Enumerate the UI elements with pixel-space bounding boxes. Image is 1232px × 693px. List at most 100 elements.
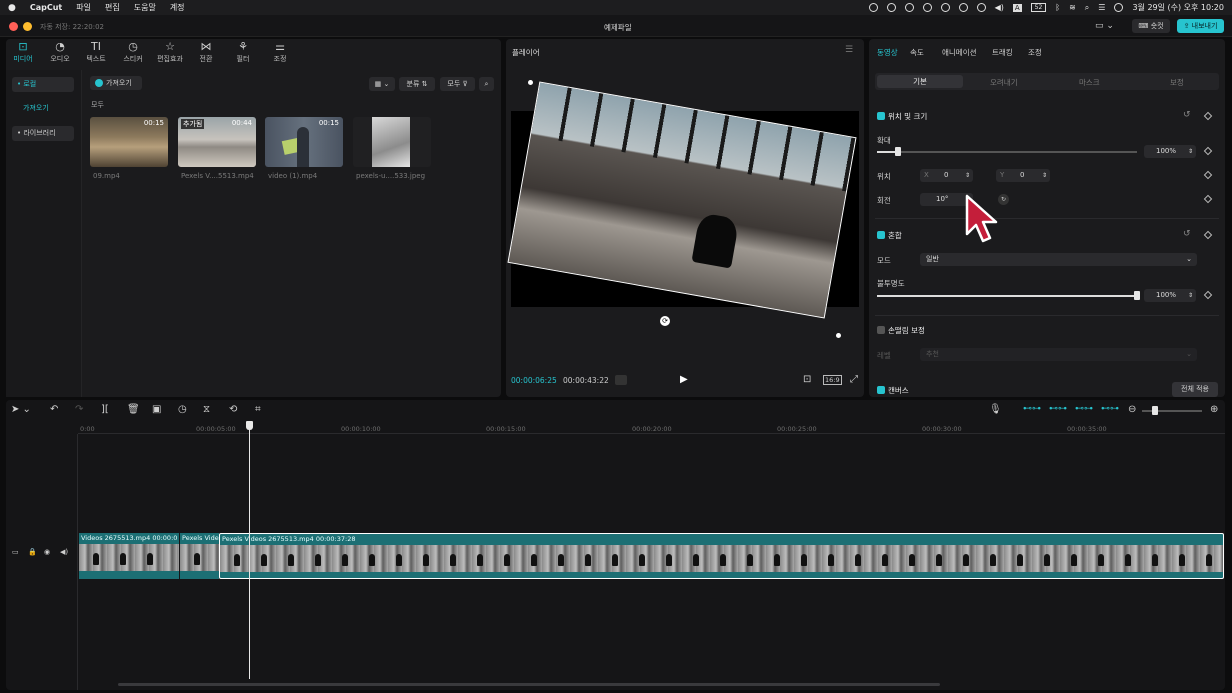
menu-help[interactable]: 도움말 (134, 2, 156, 13)
track-visibility-icon[interactable]: ◉ (44, 548, 50, 556)
sync-icon[interactable] (922, 3, 932, 12)
playhead-handle[interactable] (246, 421, 253, 430)
opacity-slider[interactable] (877, 295, 1137, 297)
timecode-toggle-icon[interactable] (615, 375, 627, 385)
tab-sticker[interactable]: ◷ 스티커 (116, 41, 150, 64)
tab-effects[interactable]: ☆ 편집효과 (153, 41, 187, 64)
tab-animation[interactable]: 애니메이션 (942, 47, 977, 58)
position-x-input[interactable]: X 0 ⇕ (920, 169, 973, 182)
battery-icon[interactable]: 52 (1030, 3, 1047, 12)
apply-all-button[interactable]: 전체 적용 (1172, 382, 1218, 397)
undo-icon[interactable]: ↶ (50, 404, 58, 415)
bluetooth-icon[interactable]: ᛒ (1055, 3, 1060, 12)
corner-handle[interactable] (836, 333, 841, 338)
microphone-icon[interactable]: 🎙 (989, 404, 1002, 415)
preview-axis-icon[interactable]: ⊷⊶ (1101, 404, 1119, 414)
sidebar-item-local[interactable]: • 로컬 (12, 77, 74, 92)
reset-icon[interactable]: ↺ (1183, 110, 1191, 120)
media-item-1[interactable]: 00:15 (90, 117, 168, 167)
opacity-value-input[interactable]: 100% ⇕ (1144, 289, 1196, 302)
playhead[interactable] (249, 421, 250, 679)
tab-media[interactable]: ⊡ 미디어 (6, 41, 40, 64)
media-search-button[interactable]: ⌕ (479, 77, 494, 91)
blend-checkbox[interactable] (877, 231, 885, 239)
wifi-icon[interactable]: ≋ (1069, 3, 1076, 12)
rotate-handle-icon[interactable]: ⟳ (660, 316, 670, 326)
reverse-icon[interactable]: ◷ (178, 404, 187, 415)
fit-icon[interactable]: ⊡ (803, 374, 811, 385)
subtab-correction[interactable]: 보정 (1170, 77, 1184, 88)
position-y-input[interactable]: Y 0 ⇕ (996, 169, 1050, 182)
split-icon[interactable]: ][ (101, 404, 109, 415)
play-button[interactable]: ▶ (680, 374, 688, 385)
shield-icon[interactable] (904, 3, 914, 12)
clock-icon[interactable] (958, 3, 968, 12)
media-item-2[interactable]: 추가됨 00:44 (178, 117, 256, 167)
view-toggle-button[interactable]: ▦ ⌄ (369, 77, 395, 91)
search-icon[interactable]: ⌕ (1085, 3, 1089, 13)
input-source-icon[interactable]: A (1012, 3, 1022, 12)
select-tool-icon[interactable]: ➤ ⌄ (11, 404, 31, 415)
apple-icon[interactable]: ● (8, 3, 16, 13)
crop-icon[interactable]: ⌗ (255, 404, 261, 415)
track-lock-icon[interactable]: 🔒 (28, 548, 37, 556)
siri-icon[interactable] (1114, 3, 1124, 12)
scale-value-input[interactable]: 100% ⇕ (1144, 145, 1196, 158)
stabilize-checkbox[interactable] (877, 326, 885, 334)
tab-video[interactable]: 동영상 (877, 47, 898, 58)
volume-icon[interactable]: ◀) (995, 3, 1004, 12)
shortcut-button[interactable]: ⌨ 숏컷 (1132, 19, 1170, 33)
media-item-3[interactable]: 00:15 (265, 117, 343, 167)
timeline-clip[interactable]: Videos 2675513.mp4 00:00:0 (79, 533, 179, 579)
tab-text[interactable]: TI 텍스트 (79, 41, 113, 64)
control-center-icon[interactable]: ☰ (1098, 3, 1105, 12)
link-clip-icon[interactable]: ⊷⊶ (1023, 404, 1041, 414)
sidebar-item-library[interactable]: • 라이브러리 (12, 126, 74, 141)
subtab-cutout[interactable]: 오려내기 (990, 77, 1018, 88)
freeze-icon[interactable]: ▣ (152, 404, 161, 415)
corner-handle[interactable] (528, 80, 533, 85)
zoom-slider[interactable] (1142, 410, 1202, 412)
zoom-slider-knob[interactable] (1152, 406, 1158, 415)
rotate-icon[interactable]: ⟲ (229, 404, 237, 415)
zoom-in-icon[interactable]: ⊕ (1210, 404, 1218, 415)
ratio-button[interactable]: 16:9 (823, 375, 842, 385)
subtab-basic[interactable]: 기본 (877, 75, 963, 88)
clock[interactable]: 3월 29일 (수) 오후 10:20 (1132, 2, 1224, 13)
sidebar-item-import[interactable]: 가져오기 (18, 101, 80, 116)
timeline-clip-selected[interactable]: Pexels Videos 2675513.mp4 00:00:37:28 (219, 533, 1224, 579)
sort-button[interactable]: 분류 ⇅ (399, 77, 435, 91)
tab-tracking[interactable]: 트래킹 (992, 47, 1013, 58)
close-window-button[interactable] (9, 22, 18, 31)
status-icon[interactable] (886, 3, 896, 12)
layout-icon[interactable]: ▭ ⌄ (1095, 21, 1114, 31)
canvas-checkbox[interactable] (877, 386, 885, 394)
main-track-magnet-icon[interactable]: ⊷⊶ (1049, 404, 1067, 414)
menu-file[interactable]: 파일 (76, 2, 91, 13)
scale-slider[interactable] (877, 151, 1137, 153)
tab-speed[interactable]: 속도 (910, 47, 924, 58)
import-button[interactable]: 가져오기 (90, 76, 142, 90)
wifi-status-icon[interactable] (940, 3, 950, 12)
export-button[interactable]: ⇪ 내보내기 (1177, 19, 1224, 33)
menu-account[interactable]: 계정 (170, 2, 185, 13)
filter-button[interactable]: 모두 ⊽ (440, 77, 475, 91)
record-icon[interactable] (868, 3, 878, 12)
redo-icon[interactable]: ↷ (75, 404, 83, 415)
scale-slider-knob[interactable] (894, 147, 901, 156)
tab-transition[interactable]: ⋈ 전환 (189, 41, 223, 64)
mode-select[interactable]: 일반 ⌄ (920, 253, 1197, 266)
stabilize-select[interactable]: 추천 ⌄ (920, 348, 1197, 361)
play-status-icon[interactable] (976, 3, 986, 12)
app-menu[interactable]: CapCut (30, 3, 62, 12)
mirror-icon[interactable]: ⧖ (203, 404, 210, 415)
subtab-mask[interactable]: 마스크 (1079, 77, 1100, 88)
zoom-out-icon[interactable]: ⊖ (1128, 404, 1136, 415)
timeline-scrollbar[interactable] (118, 683, 940, 686)
media-item-4[interactable] (353, 117, 431, 167)
menu-edit[interactable]: 편집 (105, 2, 120, 13)
opacity-slider-knob[interactable] (1134, 291, 1140, 300)
delete-icon[interactable]: 🗑 (127, 404, 140, 415)
fullscreen-icon[interactable]: ⤢ (850, 374, 858, 385)
position-size-checkbox[interactable] (877, 112, 885, 120)
